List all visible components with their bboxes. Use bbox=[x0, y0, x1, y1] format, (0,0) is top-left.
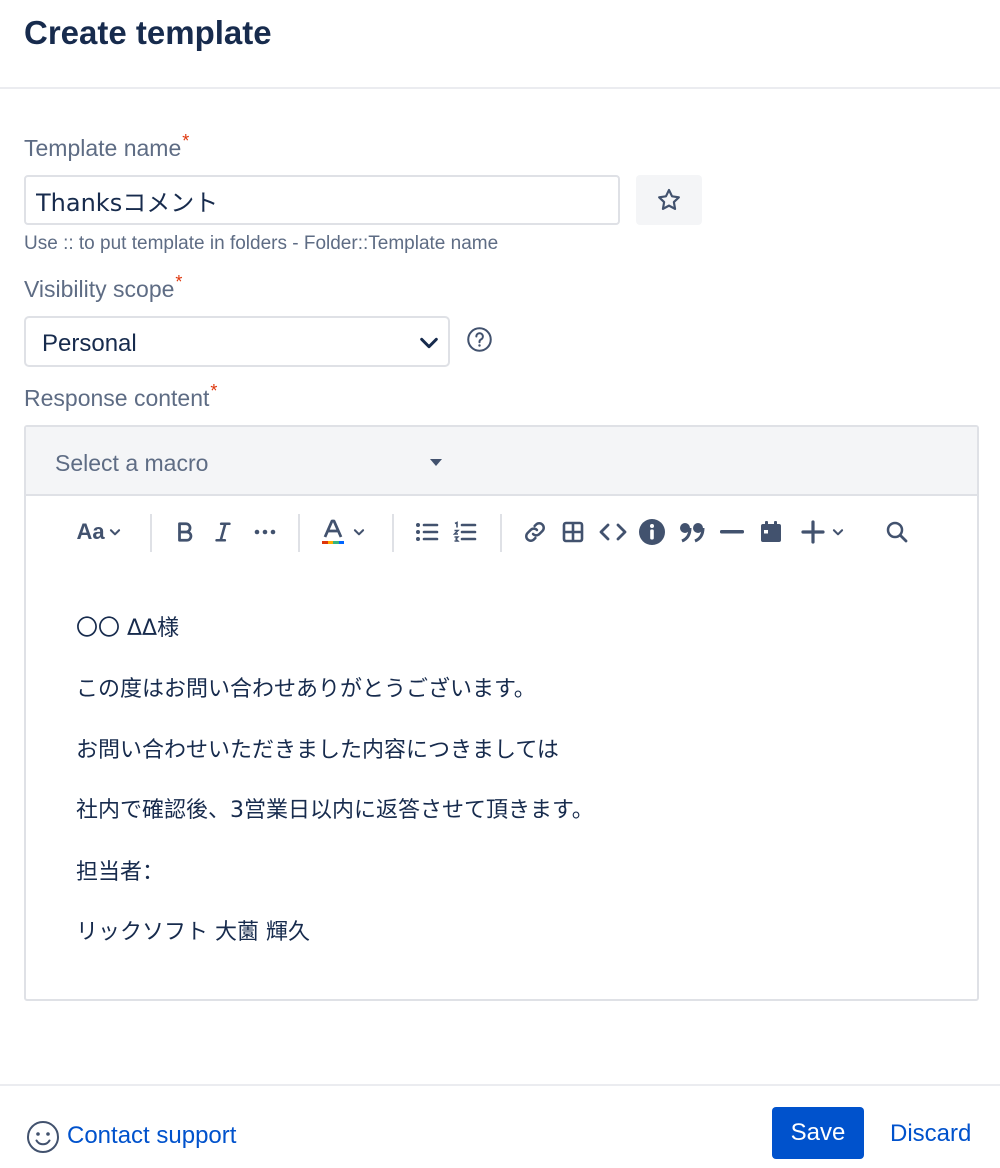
required-mark: * bbox=[182, 131, 190, 151]
italic-icon bbox=[215, 522, 231, 542]
save-button[interactable]: Save bbox=[772, 1107, 864, 1159]
toolbar-divider bbox=[150, 514, 152, 552]
info-panel-icon bbox=[639, 519, 665, 545]
macro-placeholder: Select a macro bbox=[55, 450, 209, 476]
visibility-label-text: Visibility scope bbox=[24, 276, 175, 302]
text-color-icon bbox=[322, 519, 344, 544]
divider-icon bbox=[720, 530, 744, 534]
smile-icon bbox=[27, 1121, 59, 1153]
content-line: 〇〇 ΔΔ様 bbox=[76, 616, 180, 641]
search-icon bbox=[886, 521, 908, 543]
response-content-label: Response content* bbox=[24, 381, 217, 412]
page-title: Create template bbox=[24, 14, 272, 51]
macro-select[interactable]: Select a macro bbox=[26, 427, 977, 496]
required-mark: * bbox=[210, 381, 218, 401]
toolbar-divider bbox=[500, 514, 502, 552]
rich-text-editor[interactable]: Select a macro Aa 〇〇 ΔΔ様 この度はお問い合わせありがとう… bbox=[24, 425, 979, 1001]
date-button[interactable] bbox=[756, 516, 786, 548]
code-icon bbox=[599, 523, 627, 541]
favorite-button[interactable] bbox=[636, 175, 702, 225]
chevron-down-icon bbox=[109, 529, 120, 536]
table-icon bbox=[562, 521, 584, 543]
visibility-selected-value: Personal bbox=[42, 330, 137, 357]
quote-button[interactable] bbox=[676, 516, 708, 548]
editor-toolbar: Aa bbox=[26, 496, 977, 568]
chevron-down-icon bbox=[420, 337, 438, 349]
template-name-hint: Use :: to put template in folders - Fold… bbox=[24, 233, 499, 254]
link-icon bbox=[525, 522, 545, 542]
bold-button[interactable] bbox=[170, 516, 200, 548]
quote-icon bbox=[680, 523, 705, 543]
code-button[interactable] bbox=[596, 516, 630, 548]
text-style-icon: Aa bbox=[76, 519, 105, 544]
insert-icon bbox=[801, 520, 825, 544]
template-name-label: Template name* bbox=[24, 131, 189, 162]
modal-footer: Contact support Save Discard bbox=[0, 1084, 1000, 1168]
required-mark: * bbox=[175, 272, 183, 292]
question-circle-icon[interactable] bbox=[466, 326, 493, 353]
numbered-list-button[interactable] bbox=[450, 516, 480, 548]
discard-button[interactable]: Discard bbox=[890, 1120, 971, 1148]
content-line: リックソフト 大薗 輝久 bbox=[76, 920, 310, 945]
chevron-down-icon bbox=[832, 529, 844, 536]
text-style-button[interactable]: Aa bbox=[70, 516, 128, 548]
bullet-list-button[interactable] bbox=[412, 516, 442, 548]
contact-support-link[interactable]: Contact support bbox=[67, 1122, 236, 1150]
caret-down-icon bbox=[430, 459, 442, 466]
chevron-down-icon bbox=[353, 529, 365, 536]
search-button[interactable] bbox=[882, 516, 912, 548]
bullet-list-icon bbox=[416, 523, 439, 541]
template-name-label-text: Template name bbox=[24, 135, 182, 161]
toolbar-divider bbox=[298, 514, 300, 552]
response-content-label-text: Response content bbox=[24, 385, 210, 411]
content-line: 担当者： bbox=[76, 860, 165, 885]
visibility-select[interactable]: Personal bbox=[24, 316, 450, 367]
star-icon bbox=[658, 188, 680, 210]
visibility-label: Visibility scope* bbox=[24, 272, 182, 303]
content-line: この度はお問い合わせありがとうございます。 bbox=[76, 677, 536, 702]
link-button[interactable] bbox=[520, 516, 550, 548]
content-line: 社内で確認後、3営業日以内に返答させて頂きます。 bbox=[76, 798, 594, 823]
more-formatting-icon bbox=[254, 529, 276, 535]
template-name-input[interactable] bbox=[24, 175, 620, 225]
insert-button[interactable] bbox=[796, 516, 850, 548]
bold-icon bbox=[178, 522, 193, 542]
italic-button[interactable] bbox=[208, 516, 238, 548]
modal-header: Create template bbox=[0, 0, 1000, 89]
info-panel-button[interactable] bbox=[636, 516, 668, 548]
divider-button[interactable] bbox=[716, 516, 748, 548]
more-formatting-button[interactable] bbox=[248, 516, 282, 548]
table-button[interactable] bbox=[558, 516, 588, 548]
numbered-list-icon bbox=[453, 521, 477, 542]
date-icon bbox=[761, 521, 781, 542]
text-color-button[interactable] bbox=[316, 516, 370, 548]
toolbar-divider bbox=[392, 514, 394, 552]
content-line: お問い合わせいただきました内容につきましては bbox=[76, 738, 559, 763]
